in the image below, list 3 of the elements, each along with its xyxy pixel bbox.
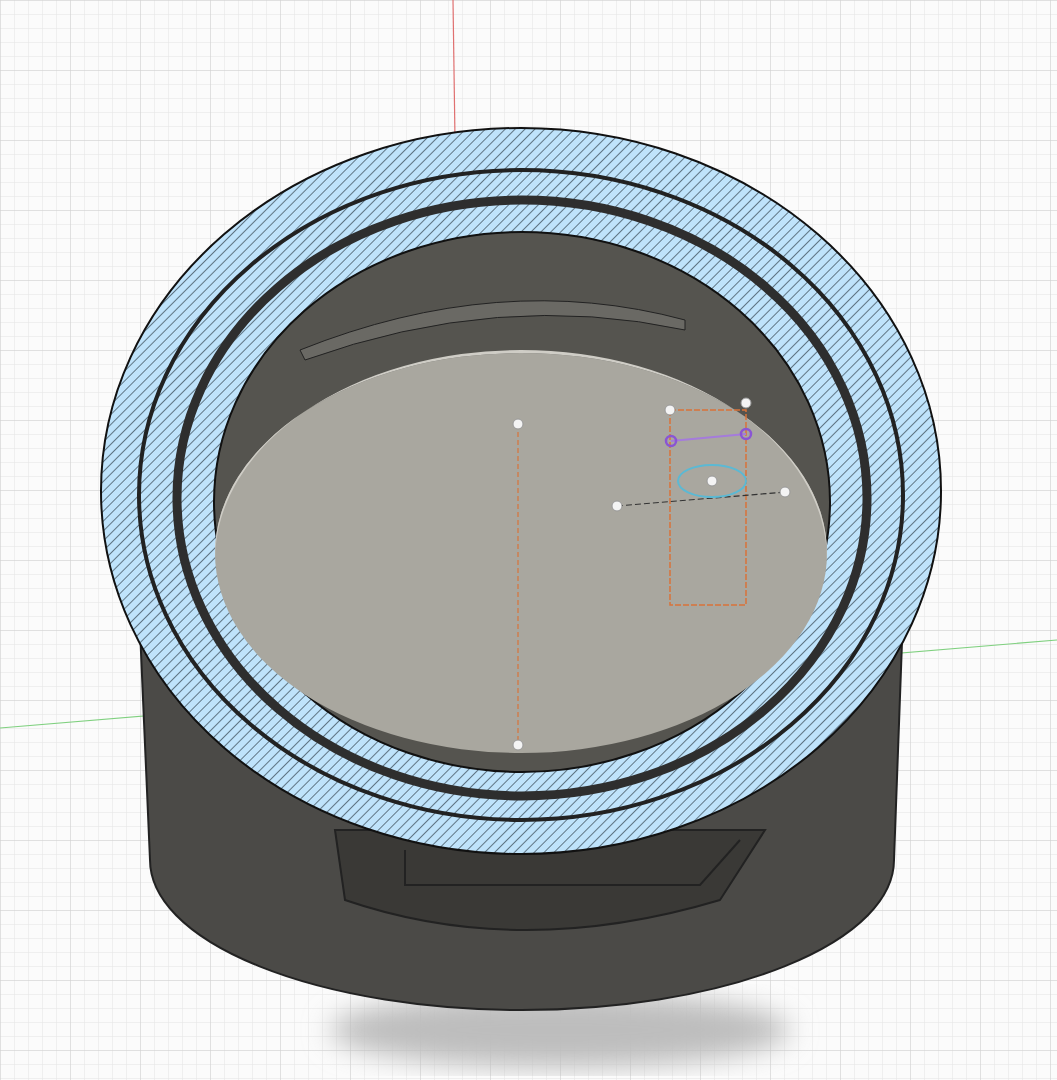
sketch-drawing[interactable]	[512, 397, 791, 751]
cylinder-part-drawing[interactable]	[100, 127, 942, 1068]
cad-viewport[interactable]	[0, 0, 1057, 1080]
